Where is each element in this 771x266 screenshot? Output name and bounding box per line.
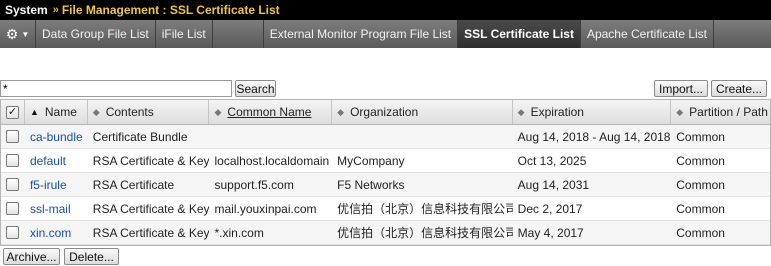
expiration-cell: Dec 2, 2017	[517, 201, 583, 216]
table-row: default RSA Certificate & Key localhost.…	[1, 149, 770, 173]
contents-cell: RSA Certificate & Key	[92, 153, 210, 168]
header-contents[interactable]: ◆ Contents	[88, 100, 210, 124]
organization-cell: MyCompany	[337, 153, 405, 168]
select-all-checkbox[interactable]: ✓	[6, 105, 19, 119]
sort-both-icon: ◆	[676, 106, 684, 117]
certificate-table: ✓ ▲ Name ◆ Contents ◆ Common Name ◆ Orga…	[0, 99, 771, 246]
section-title: System	[5, 3, 48, 17]
organization-cell: F5 Networks	[337, 177, 405, 192]
sort-both-icon: ◆	[517, 106, 525, 117]
breadcrumb-path: File Management : SSL Certificate List	[61, 3, 280, 17]
partition-cell: Common	[676, 225, 725, 240]
sort-up-icon: ▲	[29, 107, 39, 117]
expiration-cell: Aug 14, 2031	[517, 177, 590, 192]
certificate-name-link[interactable]: ssl-mail	[30, 202, 71, 216]
row-checkbox[interactable]	[6, 154, 19, 167]
table-row: ssl-mail RSA Certificate & Key mail.youx…	[1, 197, 770, 221]
row-checkbox[interactable]	[6, 130, 19, 143]
table-body: ca-bundle Certificate Bundle Aug 14, 201…	[1, 125, 770, 245]
header-common-name[interactable]: ◆ Common Name	[209, 100, 333, 124]
common-name-cell: *.xin.com	[214, 225, 264, 240]
title-bar: System » File Management : SSL Certifica…	[0, 0, 771, 20]
header-name[interactable]: ▲ Name	[25, 100, 88, 124]
partition-cell: Common	[676, 129, 725, 144]
contents-cell: RSA Certificate & Key	[92, 225, 210, 240]
table-row: xin.com RSA Certificate & Key *.xin.com …	[1, 221, 770, 245]
create-button[interactable]: Create...	[711, 80, 767, 97]
common-name-cell	[209, 125, 332, 148]
tab-ssl-certificate-list[interactable]: SSL Certificate List	[458, 20, 581, 48]
certificate-name-link[interactable]: default	[30, 154, 66, 168]
row-checkbox[interactable]	[6, 178, 19, 191]
gear-icon: ⚙	[5, 25, 19, 42]
organization-cell: 优信拍（北京）信息科技有限公司	[337, 202, 513, 216]
search-button[interactable]: Search	[235, 80, 276, 97]
sort-both-icon: ◆	[92, 106, 100, 117]
sort-both-icon: ◆	[214, 106, 222, 117]
breadcrumb-separator: »	[52, 4, 59, 16]
chevron-down-icon: ▼	[21, 29, 30, 39]
contents-cell: RSA Certificate	[92, 177, 175, 192]
contents-cell: RSA Certificate & Key	[92, 201, 210, 216]
certificate-name-link[interactable]: f5-irule	[30, 178, 67, 192]
expiration-cell: May 4, 2017	[517, 225, 584, 240]
tab-data-group-file-list[interactable]: Data Group File List	[36, 20, 156, 48]
partition-cell: Common	[676, 201, 725, 216]
partition-cell: Common	[676, 153, 725, 168]
tab-ifile-list[interactable]: iFile List	[156, 20, 213, 48]
common-name-cell: support.f5.com	[214, 177, 294, 192]
import-button[interactable]: Import...	[654, 80, 708, 97]
header-partition-path[interactable]: ◆ Partition / Path	[671, 100, 770, 124]
tab-bar: ⚙ ▼ Data Group File List iFile List Exte…	[0, 20, 771, 48]
tab-external-monitor-program-file-list[interactable]: External Monitor Program File List	[262, 20, 459, 48]
delete-button[interactable]: Delete...	[64, 248, 119, 265]
expiration-cell: Oct 13, 2025	[517, 153, 587, 168]
table-row: f5-irule RSA Certificate support.f5.com …	[1, 173, 770, 197]
row-checkbox[interactable]	[6, 226, 19, 239]
archive-button[interactable]: Archive...	[3, 248, 60, 265]
header-organization[interactable]: ◆ Organization	[332, 100, 513, 124]
search-input[interactable]	[0, 80, 232, 97]
settings-menu-button[interactable]: ⚙ ▼	[0, 20, 36, 48]
row-checkbox[interactable]	[6, 202, 19, 215]
common-name-cell: localhost.localdomain	[214, 153, 330, 168]
expiration-cell: Aug 14, 2018 - Aug 14, 2018	[517, 129, 671, 144]
certificate-name-link[interactable]: xin.com	[30, 226, 71, 240]
common-name-cell: mail.youxinpai.com	[214, 201, 317, 216]
organization-cell: 优信拍（北京）信息科技有限公司	[337, 226, 513, 240]
contents-cell: Certificate Bundle	[92, 129, 188, 144]
table-header: ✓ ▲ Name ◆ Contents ◆ Common Name ◆ Orga…	[1, 100, 770, 125]
organization-cell	[332, 125, 513, 148]
sort-both-icon: ◆	[337, 106, 345, 117]
certificate-name-link[interactable]: ca-bundle	[30, 130, 83, 144]
partition-cell: Common	[676, 177, 725, 192]
tab-apache-certificate-list[interactable]: Apache Certificate List	[581, 20, 715, 48]
table-row: ca-bundle Certificate Bundle Aug 14, 201…	[1, 125, 770, 149]
header-expiration[interactable]: ◆ Expiration	[513, 100, 672, 124]
select-all-cell: ✓	[1, 100, 25, 124]
